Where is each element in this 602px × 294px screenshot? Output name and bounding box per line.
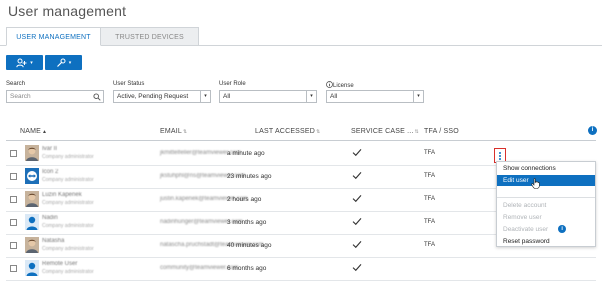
- user-name: Nadin: [42, 215, 58, 221]
- menu-item-reset-password[interactable]: Reset password: [497, 236, 595, 247]
- user-role: Company administrator: [42, 154, 94, 160]
- user-role: Company administrator: [42, 246, 94, 252]
- column-info-icon[interactable]: i: [588, 126, 597, 135]
- check-icon: [352, 195, 362, 203]
- table-row[interactable]: Remote User Company administrator communit…: [6, 258, 596, 281]
- chevron-down-icon: ▾: [200, 91, 210, 102]
- column-header-last-accessed-label: LAST ACCESSED: [255, 128, 316, 135]
- check-icon: [352, 264, 362, 272]
- deactivate-user-label: Deactivate user: [503, 226, 549, 233]
- column-header-service-case-label: SERVICE CASE ...: [351, 128, 414, 135]
- wrench-icon: [56, 58, 66, 67]
- search-label: Search: [6, 81, 26, 87]
- user-status-label: User Status: [113, 81, 145, 87]
- header-divider: [6, 140, 596, 141]
- column-header-name[interactable]: NAME▲: [20, 128, 47, 135]
- column-header-email[interactable]: EMAIL⇅: [160, 128, 187, 135]
- check-icon: [352, 218, 362, 226]
- avatar: [25, 168, 39, 184]
- menu-item-edit-user[interactable]: Edit user: [497, 175, 595, 186]
- user-name: Icon 2: [42, 169, 59, 175]
- row-checkbox[interactable]: [10, 265, 17, 272]
- column-header-service-case[interactable]: SERVICE CASE ...⇅: [351, 128, 419, 135]
- tab-bar: USER MANAGEMENT TRUSTED DEVICES: [0, 27, 602, 46]
- check-icon: [352, 149, 362, 157]
- user-name: Luzin Kapenek: [42, 192, 82, 198]
- row-checkbox[interactable]: [10, 173, 17, 180]
- user-role: Company administrator: [42, 269, 94, 275]
- license-value: All: [330, 93, 338, 100]
- tfa-status: TFA: [424, 150, 436, 156]
- tab-user-management[interactable]: USER MANAGEMENT: [6, 27, 101, 46]
- last-accessed: 23 minutes ago: [227, 173, 272, 180]
- user-role-select[interactable]: All ▾: [219, 90, 317, 103]
- menu-item-show-connections[interactable]: Show connections: [497, 163, 595, 174]
- add-user-button[interactable]: ▾: [6, 55, 43, 70]
- menu-item-delete-account: Delete account: [503, 202, 547, 209]
- user-role: Company administrator: [42, 200, 94, 206]
- last-accessed: 3 months ago: [227, 219, 267, 226]
- license-label: License: [326, 81, 354, 89]
- row-checkbox[interactable]: [10, 219, 17, 226]
- avatar: [25, 191, 39, 207]
- info-icon[interactable]: i: [558, 225, 567, 234]
- user-name: Ivar II: [42, 146, 58, 152]
- license-label-text: License: [333, 83, 354, 89]
- avatar: [25, 237, 39, 253]
- column-header-email-label: EMAIL: [160, 128, 183, 135]
- avatar: [25, 145, 39, 161]
- sort-icon: ⇅: [316, 129, 321, 135]
- check-icon: [352, 241, 362, 249]
- column-header-tfa-sso: TFA / SSO: [424, 128, 459, 135]
- tfa-status: TFA: [424, 173, 436, 179]
- tfa-status: TFA: [424, 219, 436, 225]
- last-accessed: 6 months ago: [227, 265, 267, 272]
- user-role: Company administrator: [42, 223, 94, 229]
- search-icon: [93, 93, 101, 101]
- user-role-value: All: [223, 93, 231, 100]
- last-accessed: 2 hours ago: [227, 196, 262, 203]
- user-name: Natasha: [42, 238, 65, 244]
- last-accessed: a minute ago: [227, 150, 265, 157]
- last-accessed: 40 minutes ago: [227, 242, 272, 249]
- row-checkbox[interactable]: [10, 150, 17, 157]
- kebab-dot: [499, 157, 501, 160]
- menu-item-remove-user: Remove user: [503, 214, 542, 221]
- page-title: User management: [8, 3, 127, 19]
- info-icon: [326, 81, 333, 88]
- chevron-down-icon: ▾: [68, 59, 72, 66]
- chevron-down-icon: ▾: [413, 91, 423, 102]
- tools-button[interactable]: ▾: [45, 55, 82, 70]
- row-context-menu: Show connections Edit user Delete accoun…: [496, 161, 596, 247]
- kebab-dot: [499, 151, 501, 154]
- row-checkbox[interactable]: [10, 196, 17, 203]
- sort-icon: ⇅: [183, 129, 188, 135]
- sort-icon: ⇅: [414, 129, 419, 135]
- license-select[interactable]: All ▾: [326, 90, 424, 103]
- chevron-down-icon: ▾: [306, 91, 316, 102]
- chevron-down-icon: ▾: [30, 59, 33, 66]
- avatar: [25, 214, 39, 230]
- menu-divider: [497, 197, 595, 198]
- tab-trusted-devices[interactable]: TRUSTED DEVICES: [101, 27, 199, 46]
- search-placeholder: Search: [10, 93, 31, 100]
- avatar: [25, 260, 39, 276]
- user-status-select[interactable]: Active, Pending Request ▾: [113, 90, 211, 103]
- search-input[interactable]: Search: [6, 90, 104, 103]
- column-header-last-accessed[interactable]: LAST ACCESSED⇅: [255, 128, 320, 135]
- check-icon: [352, 172, 362, 180]
- menu-item-deactivate-user: Deactivate user i: [497, 224, 595, 235]
- user-name: Remote User: [42, 261, 78, 267]
- user-status-value: Active, Pending Request: [117, 93, 189, 100]
- tfa-status: TFA: [424, 242, 436, 248]
- hand-cursor-icon: [531, 178, 540, 189]
- kebab-dot: [499, 154, 501, 157]
- sort-asc-icon: ▲: [42, 129, 48, 135]
- row-checkbox[interactable]: [10, 242, 17, 249]
- column-header-name-label: NAME: [20, 128, 42, 135]
- user-role-label: User Role: [219, 81, 246, 87]
- tfa-status: TFA: [424, 196, 436, 202]
- user-role: Company administrator: [42, 177, 94, 183]
- add-user-icon: [16, 58, 27, 67]
